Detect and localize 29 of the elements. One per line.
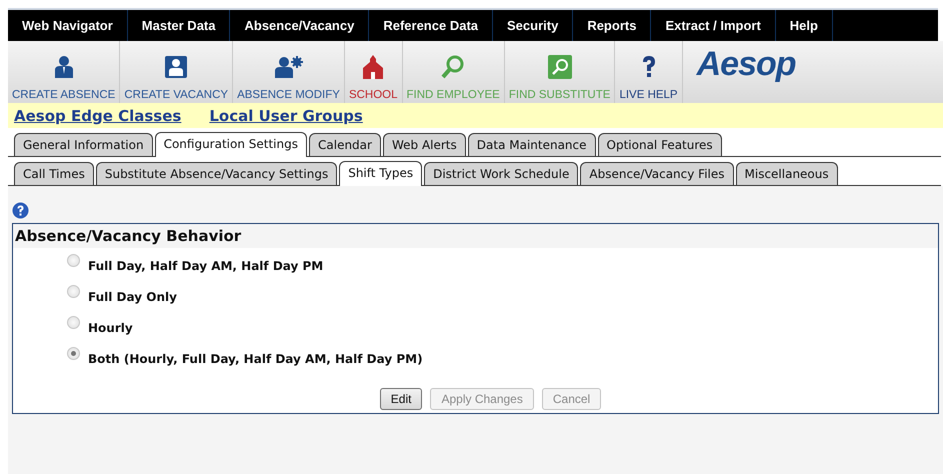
tab[interactable]: District Work Schedule	[424, 162, 578, 185]
link[interactable]: Local User Groups	[209, 106, 363, 124]
section-title: Absence/Vacancy Behavior	[13, 224, 938, 248]
tab[interactable]: Substitute Absence/Vacancy Settings	[96, 162, 338, 185]
tab[interactable]: Miscellaneous	[736, 162, 838, 185]
link[interactable]: Aesop Edge Classes	[14, 106, 182, 124]
magnifier-icon	[441, 55, 466, 79]
tab[interactable]: Optional Features	[598, 133, 722, 156]
tab[interactable]: Web Alerts	[382, 133, 466, 156]
option-label: Full Day, Half Day AM, Half Day PM	[88, 259, 324, 273]
logo: Aesop	[695, 44, 796, 84]
id-card-icon	[164, 55, 188, 79]
tab[interactable]: Shift Types	[339, 161, 422, 186]
tab[interactable]: Data Maintenance	[468, 133, 596, 156]
person-gear-icon	[274, 56, 304, 78]
schoolhouse-icon	[362, 55, 384, 79]
help-icon[interactable]	[12, 202, 29, 219]
option-label: Hourly	[88, 321, 133, 335]
tab[interactable]: Calendar	[309, 133, 381, 156]
tab[interactable]: Call Times	[14, 162, 94, 185]
tab[interactable]: Configuration Settings	[154, 132, 307, 157]
question-mark-icon	[640, 55, 657, 79]
magnifier-icon	[548, 55, 572, 79]
option-label: Both (Hourly, Full Day, Half Day AM, Half Day PM)	[88, 352, 423, 366]
person-icon	[54, 56, 74, 78]
tab[interactable]: General Information	[14, 133, 153, 156]
option-label: Full Day Only	[88, 290, 177, 304]
tab[interactable]: Absence/Vacancy Files	[580, 162, 734, 185]
action-button[interactable]: Edit	[380, 388, 422, 410]
